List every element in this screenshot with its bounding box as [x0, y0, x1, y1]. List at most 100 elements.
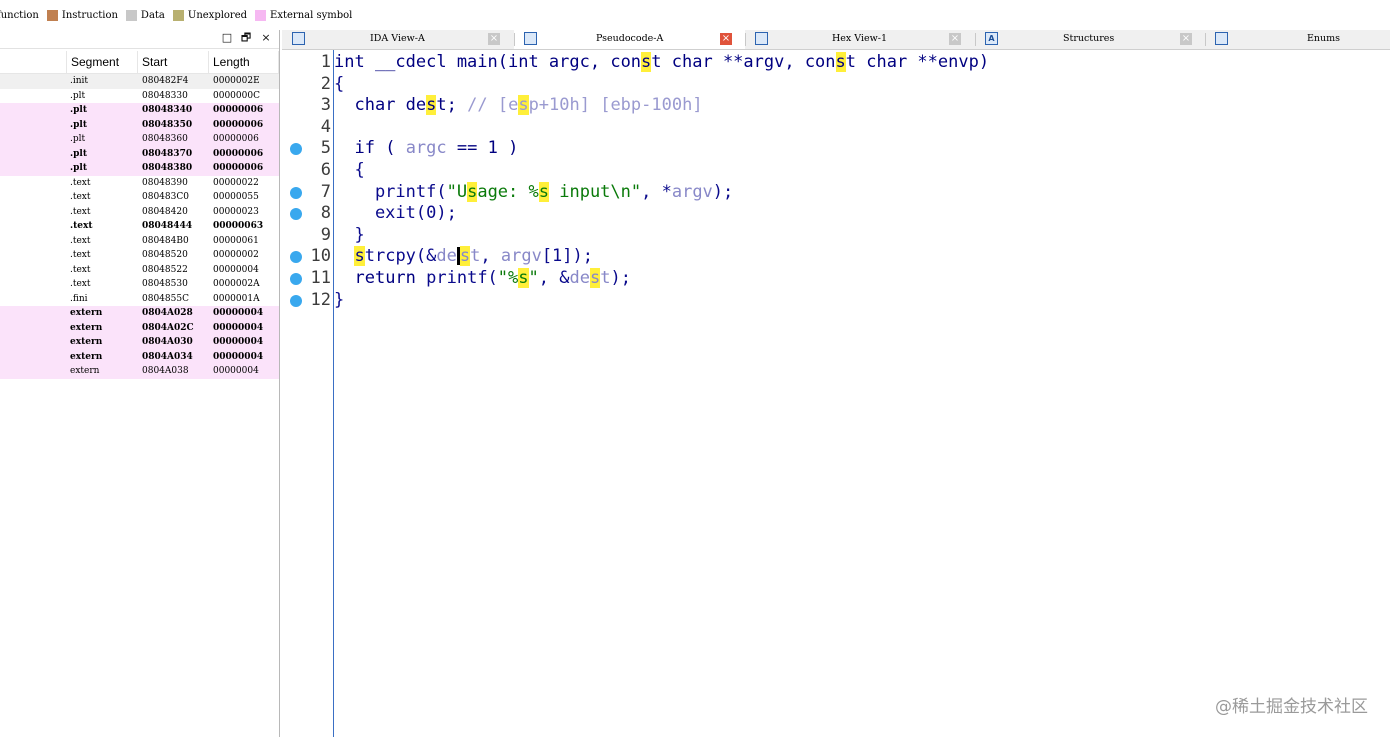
breakpoint-dot-icon[interactable]	[290, 186, 302, 199]
table-row[interactable]: .text 08048444 00000063	[0, 219, 279, 234]
segment-start: 0804855C	[142, 293, 189, 304]
legend-label: External symbol	[270, 9, 353, 21]
segment-name: .text	[70, 279, 91, 289]
column-header-blank[interactable]	[0, 51, 67, 73]
code-line[interactable]: 3 char dest; // [esp+10h] [ebp-100h]	[282, 95, 1382, 117]
code-line[interactable]: 4	[282, 117, 1382, 139]
code-line[interactable]: 12}	[282, 290, 1382, 312]
breakpoint-dot-icon[interactable]	[290, 208, 302, 221]
table-row[interactable]: .plt 08048380 00000006	[0, 161, 279, 176]
float-icon[interactable]: 🗗	[240, 32, 252, 44]
pseudocode-view[interactable]: 1 int __cdecl main(int argc, const char *…	[282, 50, 1390, 737]
segment-length: 00000022	[213, 177, 259, 188]
table-row[interactable]: .text 08048530 0000002A	[0, 277, 279, 292]
tab-label: Pseudocode-A	[596, 33, 664, 44]
segment-name: .text	[70, 235, 91, 246]
close-tab-icon[interactable]: ×	[949, 33, 961, 45]
segment-length: 0000002E	[213, 76, 260, 86]
segment-name: extern	[70, 351, 103, 362]
table-row[interactable]: extern 0804A028 00000004	[0, 306, 279, 321]
legend-item: Instruction	[45, 9, 118, 21]
code-line[interactable]: 9 }	[282, 225, 1382, 247]
table-row[interactable]: extern 0804A02C 00000004	[0, 320, 279, 335]
table-row[interactable]: .plt 08048330 0000000C	[0, 89, 279, 104]
segment-start: 08048330	[142, 90, 188, 101]
table-row[interactable]: extern 0804A030 00000004	[0, 335, 279, 350]
line-number: 2	[320, 73, 331, 94]
segment-start: 08048522	[142, 264, 188, 275]
segment-length: 00000006	[213, 105, 264, 115]
graph-icon	[292, 32, 305, 45]
segment-length: 00000004	[213, 264, 259, 275]
column-header-start[interactable]: Start	[138, 51, 209, 73]
segment-length: 00000061	[213, 235, 259, 246]
breakpoint-dot-icon[interactable]	[290, 273, 302, 285]
table-row[interactable]: .plt 08048340 00000006	[0, 103, 279, 118]
segment-length: 00000004	[213, 322, 264, 333]
tab-ida-view-a[interactable]: IDA View-A ×	[282, 30, 514, 49]
table-row[interactable]: .text 08048420 00000023	[0, 205, 279, 220]
code-line[interactable]: 10 strcpy(&de st, argv[1]);	[282, 246, 1382, 268]
structures-icon: A	[985, 32, 998, 45]
code-line[interactable]: 2{	[282, 74, 1382, 96]
segment-length: 00000004	[213, 366, 259, 376]
maximize-icon[interactable]: □	[221, 32, 233, 44]
line-number: 11	[310, 268, 331, 288]
table-row[interactable]: .text 080483C0 00000055	[0, 190, 279, 205]
segment-name: .plt	[70, 90, 86, 101]
close-tab-icon[interactable]: ×	[720, 33, 732, 45]
tab-pseudocode-a[interactable]: Pseudocode-A ×	[514, 30, 745, 49]
table-row[interactable]: .text 080484B0 00000061	[0, 234, 279, 249]
breakpoint-dot-icon[interactable]	[290, 143, 302, 156]
breakpoint-dot-icon[interactable]	[290, 251, 302, 264]
segment-name: extern	[70, 366, 100, 376]
tab-enums[interactable]: Enums	[1205, 30, 1390, 49]
table-row[interactable]: .text 08048520 00000002	[0, 248, 279, 263]
segment-length: 00000004	[213, 337, 264, 347]
code-line[interactable]: 8 exit(0);	[282, 203, 1382, 225]
close-tab-icon[interactable]: ×	[488, 33, 500, 45]
segment-length: 0000000C	[213, 90, 260, 101]
code-line[interactable]: 1 int __cdecl main(int argc, const char *…	[282, 52, 1382, 74]
line-number: 6	[320, 160, 331, 180]
table-row[interactable]: .init 080482F4 0000002E	[0, 74, 279, 89]
line-number: 7	[320, 181, 331, 202]
code-line[interactable]: 5 if ( argc == 1 )	[282, 138, 1382, 160]
segments-pane: □ 🗗 × Segment Start Length .init 080482F4…	[0, 30, 280, 737]
table-row[interactable]: .text 08048390 00000022	[0, 176, 279, 191]
table-row[interactable]: .plt 08048350 00000006	[0, 117, 279, 132]
segment-length: 00000004	[213, 351, 264, 362]
close-icon[interactable]: ×	[260, 32, 272, 44]
segment-length: 00000006	[213, 134, 259, 144]
tab-separator	[975, 33, 976, 46]
tab-label: Enums	[1307, 33, 1341, 44]
watermark: @稀土掘金技术社区	[1215, 697, 1368, 717]
segment-length: 0000001A	[213, 293, 260, 304]
tab-separator	[1205, 33, 1206, 46]
table-row[interactable]: extern 0804A038 00000004	[0, 364, 279, 379]
tab-structures[interactable]: A Structures ×	[975, 30, 1205, 49]
segment-start: 08048340	[142, 105, 193, 115]
segment-start: 08048444	[142, 221, 193, 231]
table-row[interactable]: .plt 08048360 00000006	[0, 132, 279, 147]
close-tab-icon[interactable]: ×	[1180, 33, 1192, 45]
segment-start: 0804A038	[142, 366, 189, 376]
legend-swatch	[172, 9, 184, 21]
segment-start: 0804A030	[142, 337, 193, 347]
table-row[interactable]: .plt 08048370 00000006	[0, 146, 279, 161]
segments-table-header: Segment Start Length	[0, 51, 279, 74]
code-line[interactable]: 6 {	[282, 160, 1382, 182]
column-header-length[interactable]: Length	[209, 51, 279, 73]
table-row[interactable]: .text 08048522 00000004	[0, 263, 279, 278]
code-line[interactable]: 11 return printf("%s", &dest);	[282, 268, 1382, 290]
legend-item: External symbol	[253, 9, 353, 21]
breakpoint-dot-icon[interactable]	[290, 294, 302, 307]
tab-hex-view-1[interactable]: Hex View-1 ×	[745, 30, 975, 49]
segment-start: 08048530	[142, 279, 188, 289]
table-row[interactable]: .fini 0804855C 0000001A	[0, 292, 279, 307]
tab-label: Hex View-1	[832, 33, 888, 44]
line-number: 12	[310, 289, 331, 310]
code-line[interactable]: 7 printf("Usage: %s input\n", *argv);	[282, 181, 1382, 204]
table-row[interactable]: extern 0804A034 00000004	[0, 349, 279, 364]
column-header-segment[interactable]: Segment	[67, 51, 138, 73]
